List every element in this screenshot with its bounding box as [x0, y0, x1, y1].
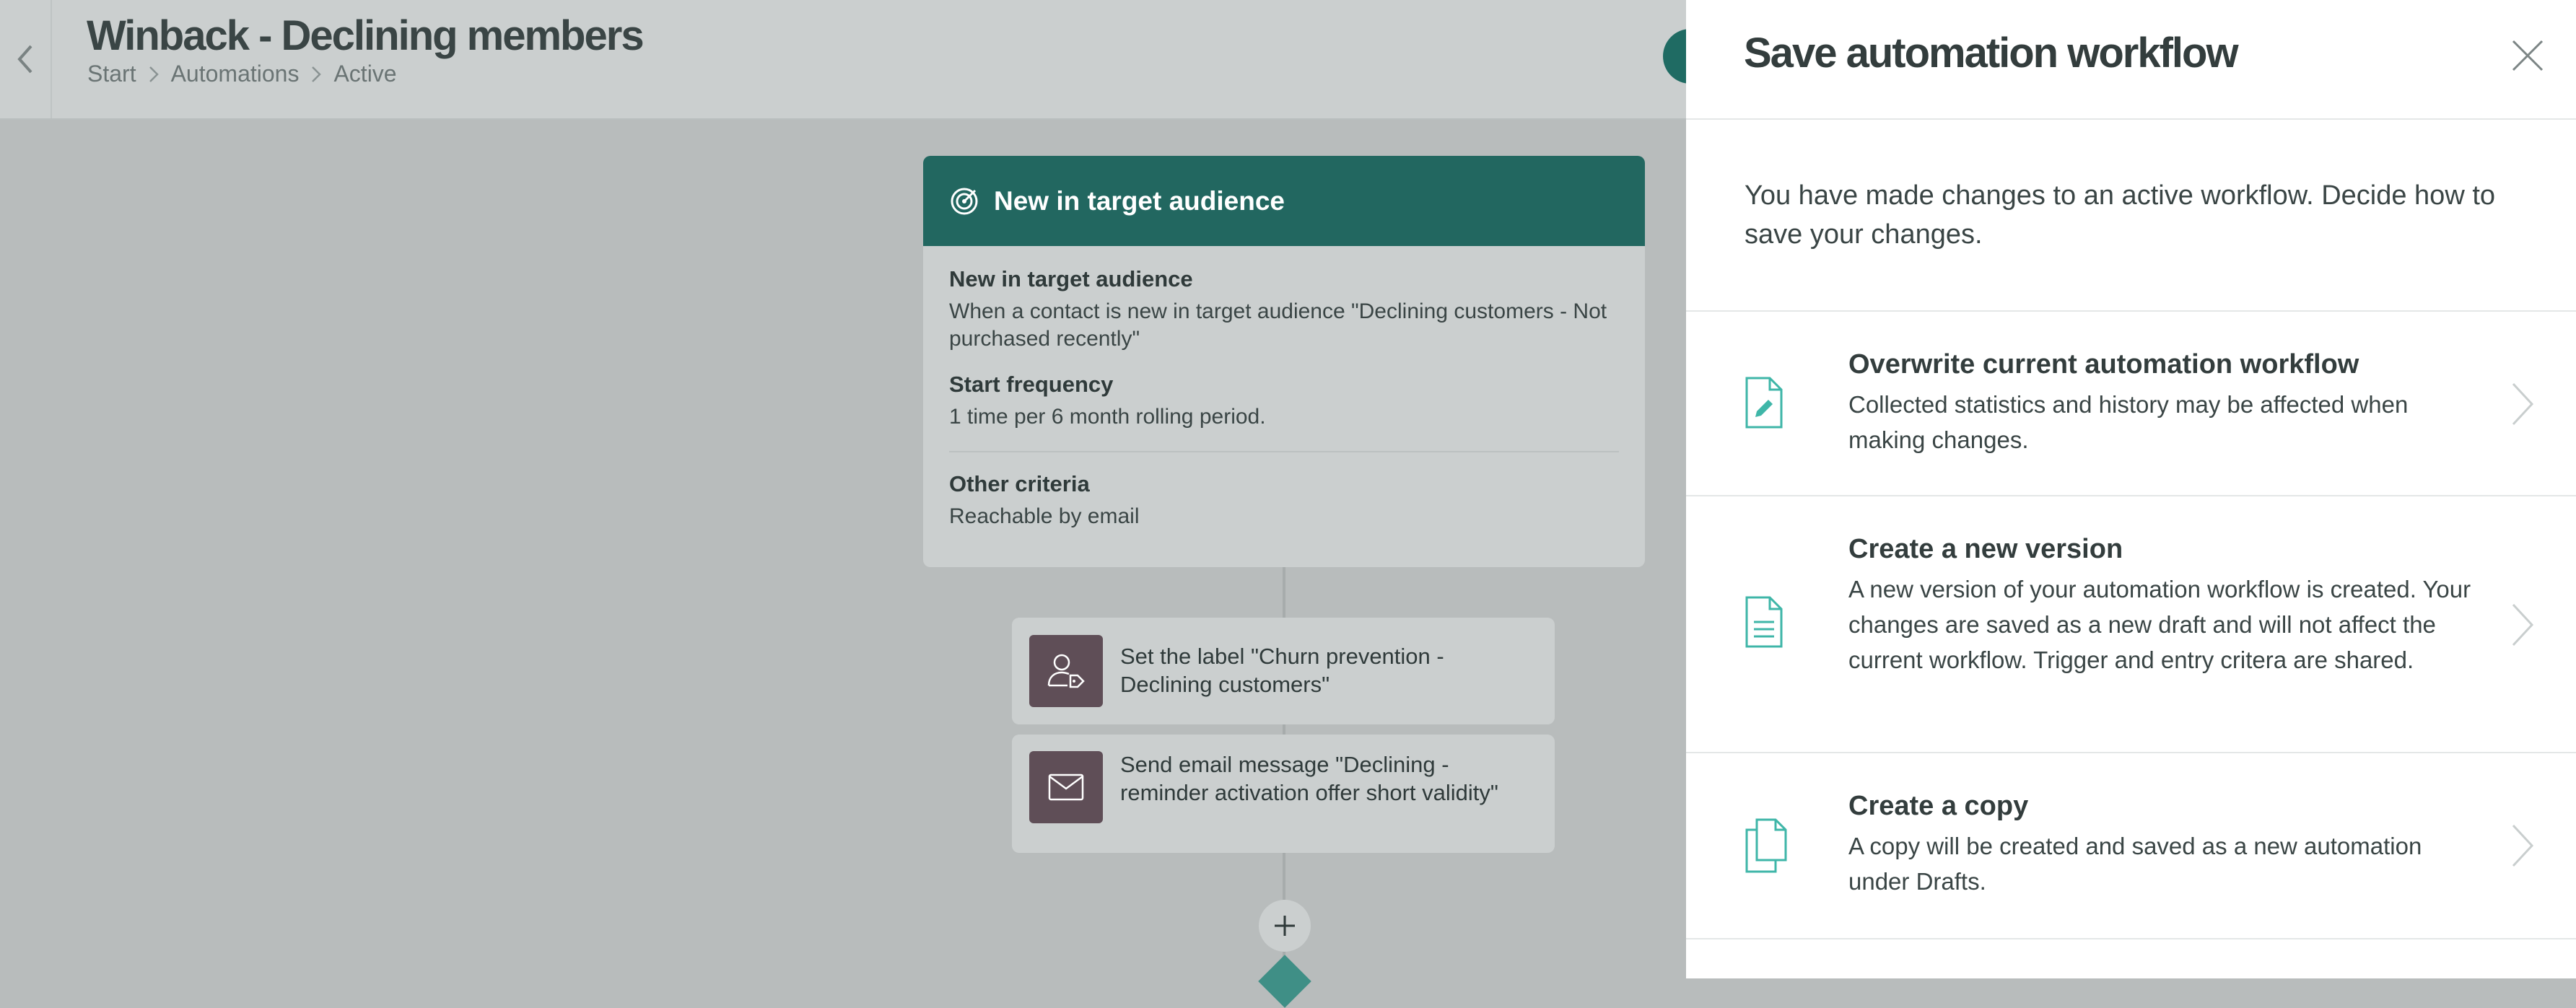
chevron-left-icon [17, 45, 32, 74]
option-title: Create a new version [1848, 534, 2123, 564]
action-text: Send email message "Declining - reminder… [1120, 752, 1498, 805]
flow-connector [1283, 724, 1285, 735]
trigger-card[interactable]: New in target audience New in target aud… [923, 156, 1645, 567]
breadcrumb-start[interactable]: Start [87, 61, 136, 87]
edit-document-icon [1744, 375, 1784, 434]
trigger-section-text: When a contact is new in target audience… [949, 299, 1607, 351]
action-card-send-email[interactable]: Send email message "Declining - reminder… [1012, 735, 1555, 853]
close-icon [2512, 40, 2544, 71]
envelope-icon [1029, 751, 1103, 823]
option-overwrite[interactable]: Overwrite current automation workflow Co… [1686, 310, 2576, 496]
option-copy[interactable]: Create a copy A copy will be created and… [1686, 752, 2576, 939]
option-title: Create a copy [1848, 791, 2029, 821]
page-header: Winback - Declining members Start Automa… [0, 0, 1718, 120]
option-new-version[interactable]: Create a new version A new version of yo… [1686, 495, 2576, 753]
panel-header: Save automation workflow [1686, 0, 2576, 120]
breadcrumb-active[interactable]: Active [333, 61, 396, 87]
user-tag-icon [1029, 635, 1103, 707]
chevron-right-icon [310, 65, 322, 84]
save-workflow-panel: Save automation workflow You have made c… [1686, 0, 2576, 978]
other-criteria-text: Reachable by email [949, 504, 1140, 528]
panel-title: Save automation workflow [1744, 30, 2239, 76]
trigger-body: New in target audience When a contact is… [923, 246, 1645, 530]
panel-intro: You have made changes to an active workf… [1745, 180, 2496, 250]
breadcrumb-automations[interactable]: Automations [171, 61, 300, 87]
copy-icon [1744, 817, 1789, 878]
other-criteria-label: Other criteria [949, 471, 1090, 496]
close-button[interactable] [2504, 32, 2551, 79]
page-title: Winback - Declining members [87, 12, 645, 59]
flow-connector [1283, 567, 1285, 618]
target-icon [949, 186, 979, 216]
flow-end-node[interactable] [1258, 955, 1311, 1008]
chevron-right-icon [2509, 602, 2535, 652]
divider [949, 451, 1619, 452]
action-card-set-label[interactable]: Set the label "Churn prevention - Declin… [1012, 618, 1555, 724]
trigger-section-label: New in target audience [949, 266, 1193, 292]
option-description: Collected statistics and history may be … [1848, 391, 2409, 453]
chevron-right-icon [2509, 381, 2535, 431]
plus-icon [1275, 916, 1295, 936]
breadcrumb: Start Automations Active [87, 61, 397, 87]
trigger-title: New in target audience [994, 185, 1285, 216]
chevron-right-icon [148, 65, 160, 84]
back-button[interactable] [0, 0, 52, 118]
add-step-button[interactable] [1259, 900, 1311, 952]
flow-connector [1283, 853, 1285, 900]
trigger-header: New in target audience [923, 156, 1645, 246]
document-icon [1744, 595, 1784, 653]
action-text: Set the label "Churn prevention - Declin… [1120, 644, 1444, 697]
chevron-right-icon [2509, 823, 2535, 872]
option-title: Overwrite current automation workflow [1848, 349, 2359, 380]
start-frequency-text: 1 time per 6 month rolling period. [949, 405, 1266, 429]
start-frequency-label: Start frequency [949, 372, 1114, 397]
option-description: A copy will be created and saved as a ne… [1848, 833, 2422, 895]
option-description: A new version of your automation workflo… [1848, 576, 2471, 673]
